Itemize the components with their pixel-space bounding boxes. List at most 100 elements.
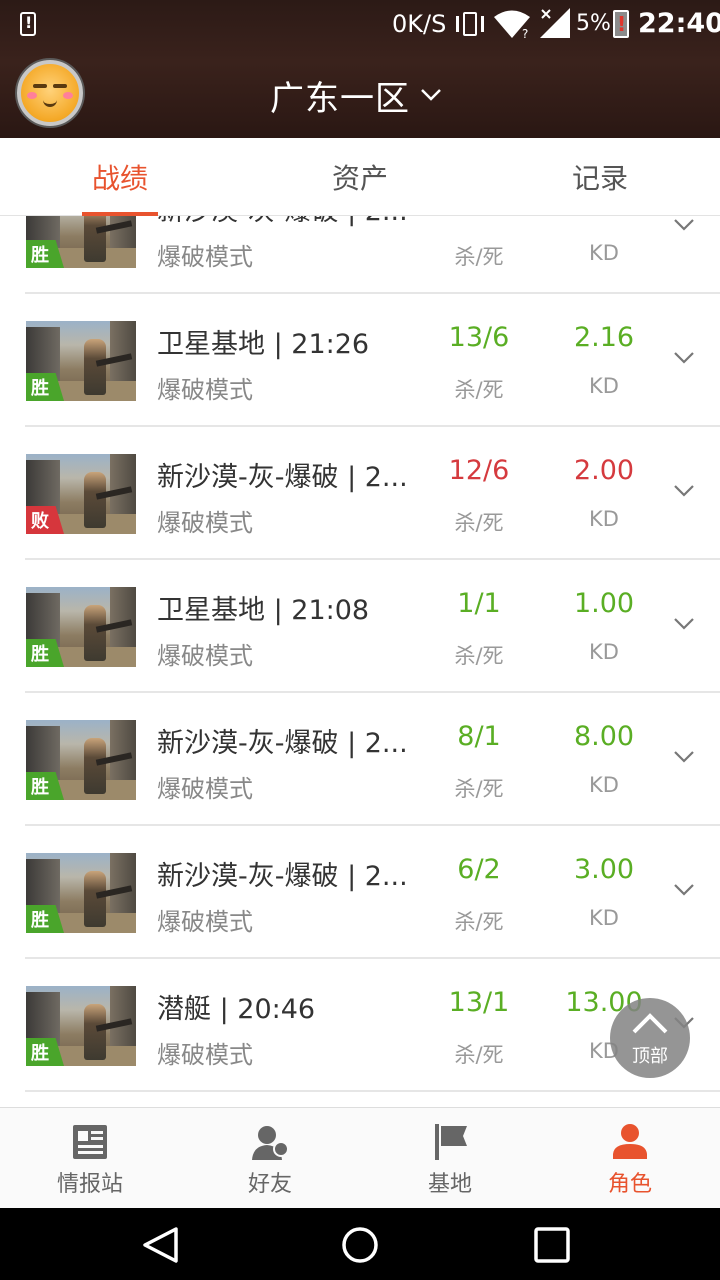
system-navigation-bar	[0, 1208, 720, 1280]
chevron-up-icon	[632, 1013, 668, 1034]
friends-icon	[252, 1126, 289, 1160]
app-screen: 0K/S ? 5% 22:40 广东一区	[0, 0, 720, 1280]
notification-alert-icon	[20, 12, 36, 36]
tab-assets[interactable]: 资产	[240, 138, 480, 216]
map-thumbnail: 胜	[26, 587, 136, 667]
match-mode: 爆破模式	[157, 775, 253, 803]
wifi-icon: ?	[494, 10, 530, 40]
match-row[interactable]: 胜卫星基地 | 21:08 爆破模式 1/1 杀/死 1.00 KD	[0, 560, 720, 693]
kd-label: KD	[589, 241, 619, 265]
tab-record[interactable]: 战绩	[0, 138, 240, 216]
nav-item-base[interactable]: 基地	[360, 1108, 540, 1209]
map-thumbnail: 胜	[26, 321, 136, 401]
match-list-viewport[interactable]: 胜新沙漠-灰-爆破 | 2...爆破模式15/5杀/死3.00KD胜卫星基地 |…	[0, 216, 720, 1107]
kills-deaths-value: 13/1	[448, 987, 510, 1018]
tab-history[interactable]: 记录	[480, 138, 720, 216]
nav-label-base: 基地	[427, 1172, 472, 1197]
back-icon[interactable]	[140, 1226, 180, 1264]
kills-deaths-label: 杀/死	[454, 1043, 504, 1067]
expand-chevron-icon[interactable]	[672, 749, 696, 765]
region-label: 广东一区	[270, 78, 410, 119]
map-thumbnail: 胜	[26, 216, 136, 268]
scroll-to-top-button[interactable]: 顶部	[610, 998, 690, 1078]
kills-deaths-value: 12/6	[448, 455, 510, 486]
kd-value: 2.16	[573, 322, 635, 353]
match-mode: 爆破模式	[157, 908, 253, 936]
clock: 22:40	[638, 8, 720, 39]
kd-value: 8.00	[573, 721, 635, 752]
kills-deaths-label: 杀/死	[454, 777, 504, 801]
top-bar: 0K/S ? 5% 22:40 广东一区	[0, 0, 720, 138]
kills-deaths-value: 6/2	[457, 854, 501, 885]
kd-label: KD	[589, 374, 619, 398]
match-row[interactable]: 胜卫星基地 | 21:26 爆破模式 13/6 杀/死 2.16 KD	[0, 294, 720, 427]
scroll-to-top-label: 顶部	[632, 1046, 668, 1067]
nav-item-intel[interactable]: 情报站	[0, 1108, 180, 1209]
map-thumbnail: 胜	[26, 986, 136, 1066]
expand-chevron-icon[interactable]	[672, 616, 696, 632]
match-row[interactable]: 胜新沙漠-灰-爆破 | 2... 爆破模式 8/1 杀/死 8.00 KD	[0, 693, 720, 826]
nav-item-character[interactable]: 角色	[540, 1108, 720, 1209]
kills-deaths-value: 15/5	[420, 216, 538, 220]
region-selector[interactable]: 广东一区	[270, 70, 442, 120]
match-mode: 爆破模式	[157, 509, 253, 537]
kills-deaths-label: 杀/死	[454, 245, 504, 269]
kills-deaths-value: 1/1	[457, 588, 501, 619]
kills-deaths-label: 杀/死	[454, 511, 504, 535]
match-row[interactable]: 胜 新沙漠-灰-爆破 | 2... 爆破模式 15/5 杀/死 3.00 KD	[0, 216, 720, 294]
match-title: 卫星基地 | 21:26	[157, 329, 370, 360]
expand-chevron-icon[interactable]	[672, 882, 696, 898]
recent-apps-icon[interactable]	[533, 1226, 571, 1264]
kills-deaths-value: 8/1	[457, 721, 501, 752]
match-title: 卫星基地 | 21:08	[157, 595, 370, 626]
kd-label: KD	[589, 773, 619, 797]
nav-item-friends[interactable]: 好友	[180, 1108, 360, 1209]
match-mode: 爆破模式	[157, 243, 253, 271]
kd-label: KD	[589, 906, 619, 930]
kd-value: 1.00	[573, 588, 635, 619]
nav-label-intel: 情报站	[56, 1172, 123, 1197]
match-mode: 爆破模式	[157, 1041, 253, 1069]
chevron-down-icon	[421, 89, 441, 101]
match-mode: 爆破模式	[157, 376, 253, 404]
battery-percent: 5%	[576, 11, 611, 36]
kd-label: KD	[589, 507, 619, 531]
kills-deaths-label: 杀/死	[454, 378, 504, 402]
newspaper-icon	[73, 1125, 107, 1159]
vibrate-icon	[455, 10, 485, 38]
kd-value: 3.00	[573, 854, 635, 885]
signal-icon	[540, 8, 570, 38]
expand-chevron-icon[interactable]	[672, 483, 696, 499]
svg-text:?: ?	[522, 27, 528, 40]
match-mode: 爆破模式	[157, 642, 253, 670]
match-title: 新沙漠-灰-爆破 | 2...	[157, 728, 408, 759]
tab-bar: 战绩 资产 记录	[0, 138, 720, 216]
home-icon[interactable]	[340, 1226, 380, 1264]
map-thumbnail: 败	[26, 454, 136, 534]
match-row[interactable]: 胜新沙漠-灰-爆破 | 2... 爆破模式 6/2 杀/死 3.00 KD	[0, 826, 720, 959]
expand-chevron-icon[interactable]	[672, 350, 696, 366]
network-speed: 0K/S	[392, 10, 447, 38]
nav-label-friends: 好友	[247, 1172, 292, 1197]
expand-chevron-icon[interactable]	[672, 217, 696, 233]
match-list: 胜新沙漠-灰-爆破 | 2...爆破模式15/5杀/死3.00KD胜卫星基地 |…	[0, 216, 720, 1092]
flag-icon	[435, 1124, 467, 1160]
kd-value: 2.00	[573, 455, 635, 486]
row-divider	[25, 1090, 720, 1092]
map-thumbnail: 胜	[26, 720, 136, 800]
kd-label: KD	[589, 640, 619, 664]
match-title: 新沙漠-灰-爆破 | 2...	[157, 216, 408, 228]
kills-deaths-value: 13/6	[448, 322, 510, 353]
user-avatar[interactable]	[17, 60, 83, 126]
kills-deaths-label: 杀/死	[454, 644, 504, 668]
match-title: 新沙漠-灰-爆破 | 2...	[157, 462, 408, 493]
person-icon	[613, 1124, 647, 1159]
kills-deaths-label: 杀/死	[454, 910, 504, 934]
battery-low-icon	[613, 10, 629, 38]
nav-label-character: 角色	[607, 1172, 652, 1197]
status-bar: 0K/S ? 5% 22:40	[0, 0, 720, 50]
map-thumbnail: 胜	[26, 853, 136, 933]
kd-value: 3.00	[545, 216, 663, 220]
match-row[interactable]: 败新沙漠-灰-爆破 | 2... 爆破模式 12/6 杀/死 2.00 KD	[0, 427, 720, 560]
match-title: 新沙漠-灰-爆破 | 2...	[157, 861, 408, 892]
